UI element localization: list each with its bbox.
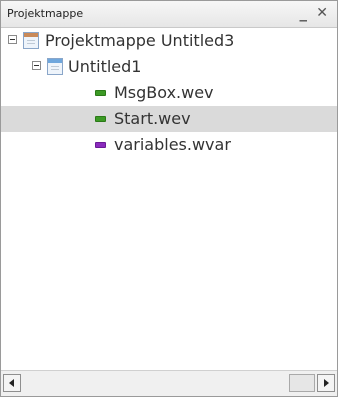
tree-node-label: Projektmappe Untitled3 bbox=[45, 31, 235, 50]
scrollbar-thumb[interactable] bbox=[289, 374, 315, 392]
tree-node-file[interactable]: MsgBox.wev bbox=[1, 80, 337, 106]
collapse-toggle-icon[interactable] bbox=[8, 35, 17, 44]
tree-node-project[interactable]: Projektmappe Untitled3 bbox=[1, 28, 337, 54]
tree-node-label: Start.wev bbox=[114, 109, 191, 128]
untitled-icon bbox=[47, 58, 63, 75]
close-button[interactable]: ✕ bbox=[316, 5, 328, 21]
solution-panel: Projektmappe _ ✕ Projektmappe Untitled3 … bbox=[0, 0, 338, 397]
minimize-button[interactable]: _ bbox=[300, 4, 308, 22]
wvar-file-icon bbox=[95, 142, 106, 148]
project-tree: Projektmappe Untitled3 Untitled1 MsgBox.… bbox=[1, 28, 337, 370]
tree-node-untitled[interactable]: Untitled1 bbox=[1, 54, 337, 80]
wev-file-icon bbox=[95, 90, 106, 96]
tree-node-label: variables.wvar bbox=[114, 135, 231, 154]
tree-node-label: Untitled1 bbox=[68, 57, 142, 76]
panel-title-bar[interactable]: Projektmappe _ ✕ bbox=[1, 1, 337, 28]
tree-node-file-selected[interactable]: Start.wev bbox=[1, 106, 337, 132]
wev-file-icon bbox=[95, 116, 106, 122]
tree-node-label: MsgBox.wev bbox=[114, 83, 214, 102]
scroll-left-arrow-icon[interactable] bbox=[3, 374, 21, 392]
collapse-toggle-icon[interactable] bbox=[32, 61, 41, 70]
scrollbar-track[interactable] bbox=[23, 374, 315, 392]
panel-title: Projektmappe bbox=[7, 7, 84, 20]
tree-node-file[interactable]: variables.wvar bbox=[1, 132, 337, 158]
horizontal-scrollbar[interactable] bbox=[1, 370, 337, 396]
project-icon bbox=[23, 32, 39, 49]
scroll-right-arrow-icon[interactable] bbox=[317, 374, 335, 392]
